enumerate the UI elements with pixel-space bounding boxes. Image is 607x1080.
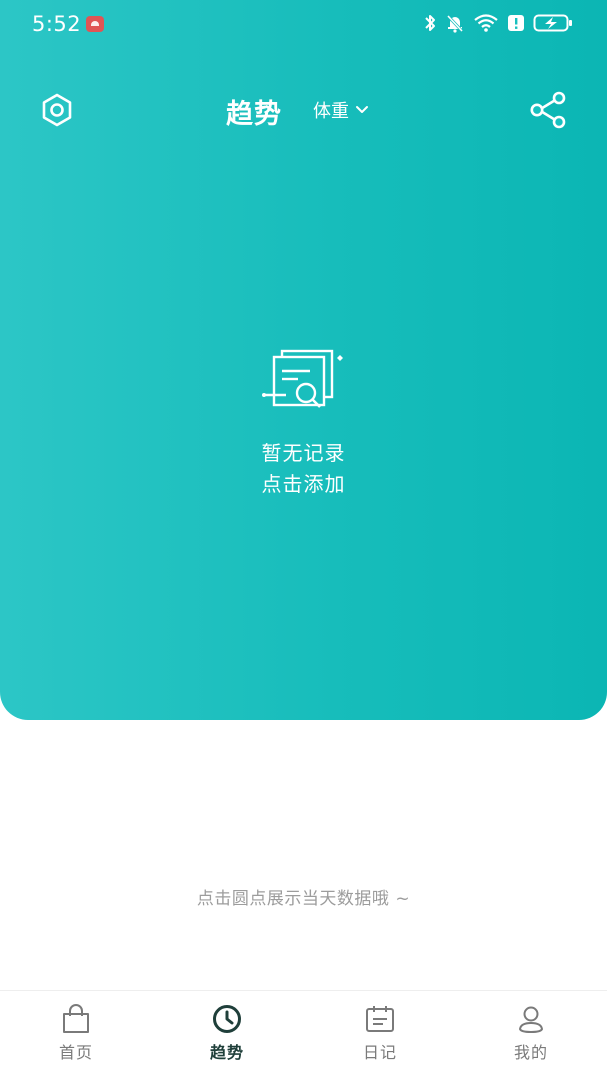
bluetooth-icon [425,15,435,31]
calendar-icon [363,1003,397,1035]
battery-charging-icon [533,14,572,32]
nav-label-diary: 日记 [362,1043,397,1062]
settings-hexagon-icon [42,93,72,127]
nav-label-trend: 趋势 [209,1043,244,1062]
wifi-icon [474,14,498,32]
nav-label-home: 首页 [58,1043,93,1062]
chart-hint-text: 点击圆点展示当天数据哦 ~ [196,889,411,909]
mute-bell-icon [446,14,464,33]
status-icons [423,13,573,33]
nav-item-mine[interactable]: 我的 [481,1003,581,1067]
shopping-bag-icon [59,1003,93,1035]
nav-item-home[interactable]: 首页 [26,1003,126,1067]
chevron-down-icon [356,106,368,113]
bottom-nav: 首页 趋势 日记 我的 [0,990,607,1080]
user-icon [514,1003,548,1035]
nav-item-diary[interactable]: 日记 [330,1003,430,1067]
share-icon [530,91,566,129]
metric-dropdown-value: 体重 [313,101,349,122]
metric-dropdown[interactable]: 体重 [313,97,369,123]
settings-button[interactable] [39,92,75,128]
empty-records-icon [262,349,343,408]
alert-icon [508,15,524,31]
clock-icon [210,1003,244,1035]
page-title: 趋势 [226,99,282,130]
status-time: 5:52 [32,12,82,36]
nav-item-trend[interactable]: 趋势 [177,1003,277,1067]
nav-label-mine: 我的 [513,1043,548,1062]
status-bar: 5:52 [0,0,607,50]
share-button[interactable] [528,91,568,129]
empty-state-text: 暂无记录 [261,441,346,465]
app-notification-icon [86,16,104,32]
add-record-link[interactable]: 点击添加 [0,468,607,497]
